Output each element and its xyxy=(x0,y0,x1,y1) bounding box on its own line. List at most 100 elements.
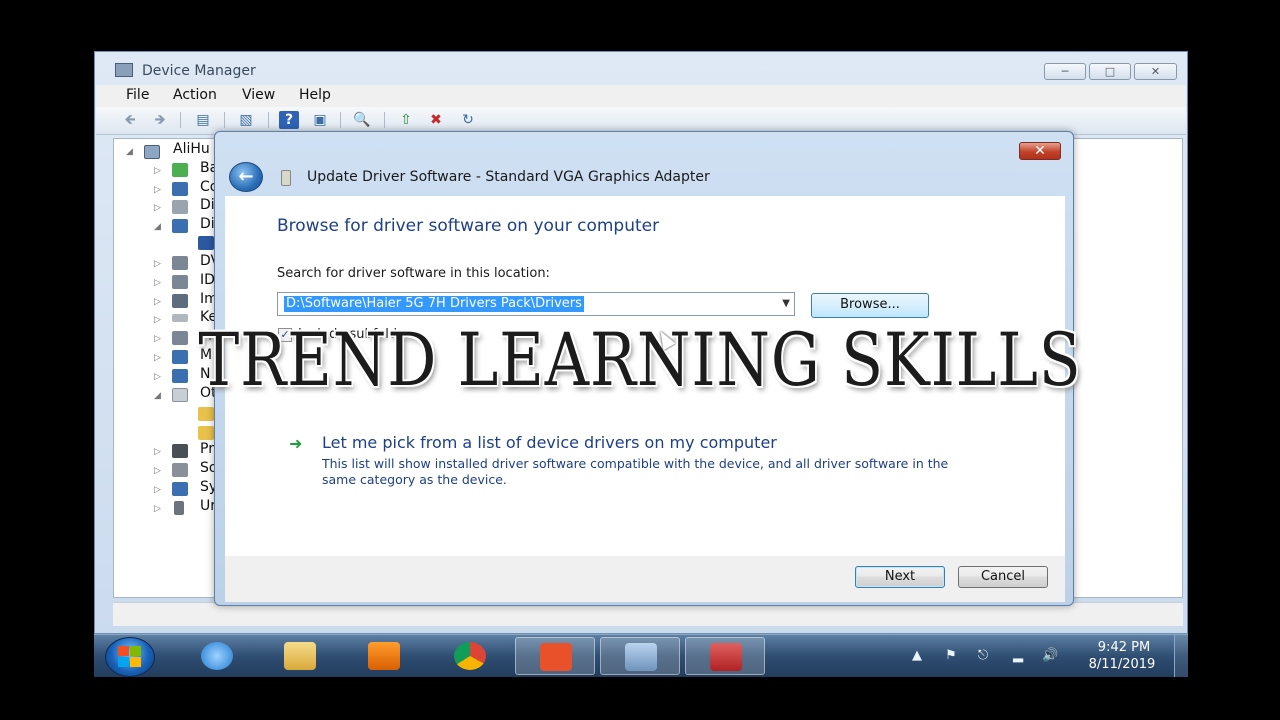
window-close-button[interactable]: ✕ xyxy=(1134,63,1177,80)
taskbar-ie[interactable] xyxy=(177,637,257,675)
toolbox-icon xyxy=(710,643,742,671)
imaging-device-icon xyxy=(172,294,188,308)
tree-item[interactable]: Pr xyxy=(200,441,214,457)
expand-arrow-icon[interactable]: ▷ xyxy=(154,504,161,514)
toolbar-divider xyxy=(384,112,385,128)
driver-path-value[interactable]: D:\Software\Haier 5G 7H Drivers Pack\Dri… xyxy=(284,296,584,312)
expand-arrow-icon[interactable]: ▷ xyxy=(154,353,161,363)
forward-arrow-icon[interactable]: 🡺 xyxy=(150,111,170,129)
search-location-label: Search for driver software in this locat… xyxy=(277,266,550,281)
tree-item[interactable]: ID xyxy=(200,272,215,288)
expand-arrow-icon[interactable]: ▷ xyxy=(154,185,161,195)
expand-arrow-icon[interactable]: ▷ xyxy=(154,278,161,288)
processor-icon xyxy=(172,444,188,458)
device-manager-titlebar[interactable]: Device Manager ─ □ ✕ xyxy=(95,52,1187,86)
dialog-body: Browse for driver software on your compu… xyxy=(225,196,1065,556)
tree-item[interactable]: Di xyxy=(200,197,215,213)
other-devices-icon xyxy=(172,388,188,402)
tree-item[interactable]: Di xyxy=(200,216,215,232)
monitor-icon xyxy=(172,350,188,364)
show-hide-tree-icon[interactable]: ▤ xyxy=(193,111,213,129)
ide-controller-icon xyxy=(172,275,188,289)
properties-icon[interactable]: ▧ xyxy=(236,111,256,129)
include-subfolders-checkbox[interactable]: ✓ xyxy=(278,328,292,342)
taskbar-explorer[interactable] xyxy=(260,637,340,675)
menu-view[interactable]: View xyxy=(242,87,275,103)
dropdown-arrow-icon[interactable]: ▼ xyxy=(782,298,790,309)
action-center-flag-icon[interactable]: ⚑ xyxy=(943,648,959,664)
driver-path-combobox[interactable]: D:\Software\Haier 5G 7H Drivers Pack\Dri… xyxy=(277,292,795,316)
toolbar-divider xyxy=(180,112,181,128)
tree-item[interactable]: N xyxy=(200,366,210,382)
pick-from-list-link[interactable]: Let me pick from a list of device driver… xyxy=(322,433,777,452)
disable-device-icon[interactable]: ↻ xyxy=(458,111,478,129)
expand-arrow-icon[interactable]: ▷ xyxy=(154,334,161,344)
include-subfolders-label[interactable]: Include subfolders xyxy=(298,327,417,342)
clock-date[interactable]: 8/11/2019 xyxy=(1082,657,1162,672)
expand-arrow-icon[interactable]: ▷ xyxy=(154,259,161,269)
next-button[interactable]: Next xyxy=(855,566,945,588)
minimize-button[interactable]: ─ xyxy=(1044,63,1086,80)
taskbar-toolbox[interactable] xyxy=(685,637,765,675)
mouse-icon xyxy=(172,331,188,345)
sound-icon xyxy=(172,463,188,477)
expand-arrow-icon[interactable]: ▷ xyxy=(154,372,161,382)
dialog-close-button[interactable]: ✕ xyxy=(1019,142,1061,160)
expand-arrow-icon[interactable]: ▷ xyxy=(154,203,161,213)
start-button[interactable] xyxy=(105,637,155,677)
power-plug-icon[interactable]: ⎋ xyxy=(975,648,991,664)
windows-logo-icon xyxy=(118,646,142,668)
expand-arrow-icon[interactable]: ▷ xyxy=(154,447,161,457)
expand-arrow-icon[interactable]: ▷ xyxy=(154,166,161,176)
battery-icon xyxy=(172,163,188,177)
disk-drive-icon xyxy=(172,200,188,214)
collapse-arrow-icon[interactable]: ◢ xyxy=(154,391,161,401)
help-icon[interactable]: ? xyxy=(279,111,299,129)
tree-item[interactable]: M xyxy=(200,328,212,344)
toolbar-divider xyxy=(268,112,269,128)
toolbar-divider xyxy=(224,112,225,128)
maximize-button[interactable]: □ xyxy=(1089,63,1131,80)
cancel-button[interactable]: Cancel xyxy=(958,566,1048,588)
desktop-screen: Device Manager ─ □ ✕ File Action View He… xyxy=(94,51,1188,677)
unknown-device-icon[interactable] xyxy=(198,407,214,421)
system-devices-icon xyxy=(172,482,188,496)
uninstall-icon[interactable]: ✖ xyxy=(426,111,446,129)
taskbar-media-player[interactable] xyxy=(344,637,424,675)
dvd-drive-icon xyxy=(172,256,188,270)
action-pane-icon[interactable]: ▣ xyxy=(310,111,330,129)
unknown-device-icon[interactable] xyxy=(198,426,214,440)
expand-arrow-icon[interactable]: ▷ xyxy=(154,485,161,495)
scan-hardware-icon[interactable]: 🔍 xyxy=(352,111,372,129)
back-arrow-icon[interactable]: 🡸 xyxy=(120,111,140,129)
display-adapter-icon xyxy=(172,219,188,233)
tree-item[interactable]: M xyxy=(200,347,212,363)
show-hidden-icons-icon[interactable]: ▲ xyxy=(909,648,925,664)
menu-file[interactable]: File xyxy=(126,87,149,103)
collapse-arrow-icon[interactable]: ◢ xyxy=(154,222,161,232)
collapse-arrow-icon[interactable]: ◢ xyxy=(126,147,133,157)
expand-arrow-icon[interactable]: ▷ xyxy=(154,466,161,476)
taskbar-device-manager[interactable] xyxy=(600,637,680,675)
taskbar: ▲ ⚑ ⎋ ▂ 🔊 9:42 PM 8/11/2019 xyxy=(94,634,1188,677)
taskbar-camtasia[interactable] xyxy=(515,637,595,675)
network-icon[interactable]: ▂ xyxy=(1010,648,1026,664)
back-button[interactable]: ← xyxy=(229,162,263,192)
keyboard-icon xyxy=(172,314,188,322)
network-adapter-icon xyxy=(172,369,188,383)
menu-help[interactable]: Help xyxy=(299,87,331,103)
update-driver-dialog: ✕ ← Update Driver Software - Standard VG… xyxy=(214,131,1074,606)
expand-arrow-icon[interactable]: ▷ xyxy=(154,315,161,325)
browse-button[interactable]: Browse... xyxy=(811,293,929,318)
update-driver-icon[interactable]: ⇧ xyxy=(396,111,416,129)
clock-time[interactable]: 9:42 PM xyxy=(1089,640,1159,655)
menu-bar: File Action View Help xyxy=(96,85,1186,107)
volume-icon[interactable]: 🔊 xyxy=(1042,648,1058,664)
vga-adapter-icon[interactable] xyxy=(198,236,214,250)
tree-item[interactable]: AliHu xyxy=(173,141,210,157)
taskbar-chrome[interactable] xyxy=(430,637,510,675)
expand-arrow-icon[interactable]: ▷ xyxy=(154,297,161,307)
menu-action[interactable]: Action xyxy=(173,87,217,103)
show-desktop-button[interactable] xyxy=(1174,635,1188,677)
device-manager-icon xyxy=(625,643,657,671)
